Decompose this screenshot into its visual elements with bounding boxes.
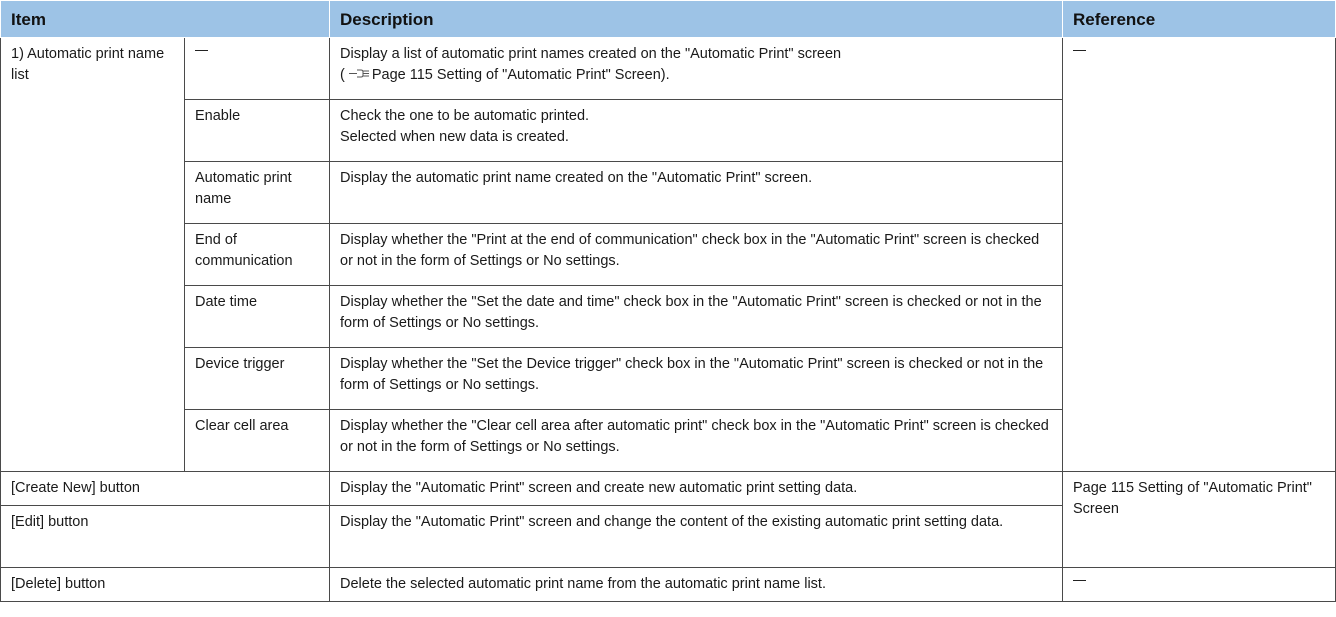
dash-symbol bbox=[1073, 579, 1086, 581]
reference-cell: Page 115 Setting of "Automatic Print" Sc… bbox=[1062, 471, 1336, 568]
description-text: Display the "Automatic Print" screen and… bbox=[329, 471, 1063, 506]
sub-item-label: Clear cell area bbox=[184, 409, 330, 472]
table-header-row: Item Description Reference bbox=[0, 0, 1336, 38]
description-cell: Display a list of automatic print names … bbox=[329, 37, 1063, 100]
reference-link[interactable]: Page 115 Setting of "Automatic Print" Sc… bbox=[372, 67, 661, 83]
description-text: Display whether the "Print at the end of… bbox=[329, 223, 1063, 286]
sub-item-dash bbox=[184, 37, 330, 100]
dash-symbol bbox=[195, 49, 208, 51]
settings-table: Item Description Reference 1) Automatic … bbox=[0, 0, 1336, 602]
description-text: Delete the selected automatic print name… bbox=[329, 567, 1063, 602]
description-text: Display a list of automatic print names … bbox=[340, 46, 842, 62]
header-item: Item bbox=[0, 0, 330, 38]
reference-cell bbox=[1062, 567, 1336, 602]
sub-item-label: End of communication bbox=[184, 223, 330, 286]
sub-item-label: Device trigger bbox=[184, 347, 330, 410]
header-description: Description bbox=[329, 0, 1063, 38]
sub-item-label: Enable bbox=[184, 99, 330, 162]
sub-item-label: Date time bbox=[184, 285, 330, 348]
description-text: Display whether the "Set the Device trig… bbox=[329, 347, 1063, 410]
edit-button-label: [Edit] button bbox=[0, 505, 330, 568]
table-row: [Create New] button Display the "Automat… bbox=[0, 471, 1336, 568]
description-paren-open: ( bbox=[340, 67, 345, 83]
description-text: Check the one to be automatic printed. bbox=[340, 108, 590, 124]
description-cell: Check the one to be automatic printed. S… bbox=[329, 99, 1063, 162]
description-paren-close: ). bbox=[660, 67, 670, 83]
reference-link[interactable]: Page 115 Setting of "Automatic Print" Sc… bbox=[1073, 480, 1312, 517]
table-row: 1) Automatic print name list Display a l… bbox=[0, 37, 1336, 472]
header-reference: Reference bbox=[1062, 0, 1336, 38]
description-text: Display whether the "Set the date and ti… bbox=[329, 285, 1063, 348]
reference-cell bbox=[1062, 37, 1336, 472]
description-text: Display the "Automatic Print" screen and… bbox=[329, 505, 1063, 568]
document-page: Item Description Reference 1) Automatic … bbox=[0, 0, 1336, 602]
description-text: Display whether the "Clear cell area aft… bbox=[329, 409, 1063, 472]
description-text: Selected when new data is created. bbox=[340, 129, 569, 145]
page-reference-icon bbox=[348, 69, 369, 78]
table-row: [Delete] button Delete the selected auto… bbox=[0, 567, 1336, 602]
create-new-button-label: [Create New] button bbox=[0, 471, 330, 506]
description-text: Display the automatic print name created… bbox=[329, 161, 1063, 224]
sub-item-label: Automatic print name bbox=[184, 161, 330, 224]
delete-button-label: [Delete] button bbox=[0, 567, 330, 602]
dash-symbol bbox=[1073, 49, 1086, 51]
item-group-label: 1) Automatic print name list bbox=[0, 37, 185, 472]
